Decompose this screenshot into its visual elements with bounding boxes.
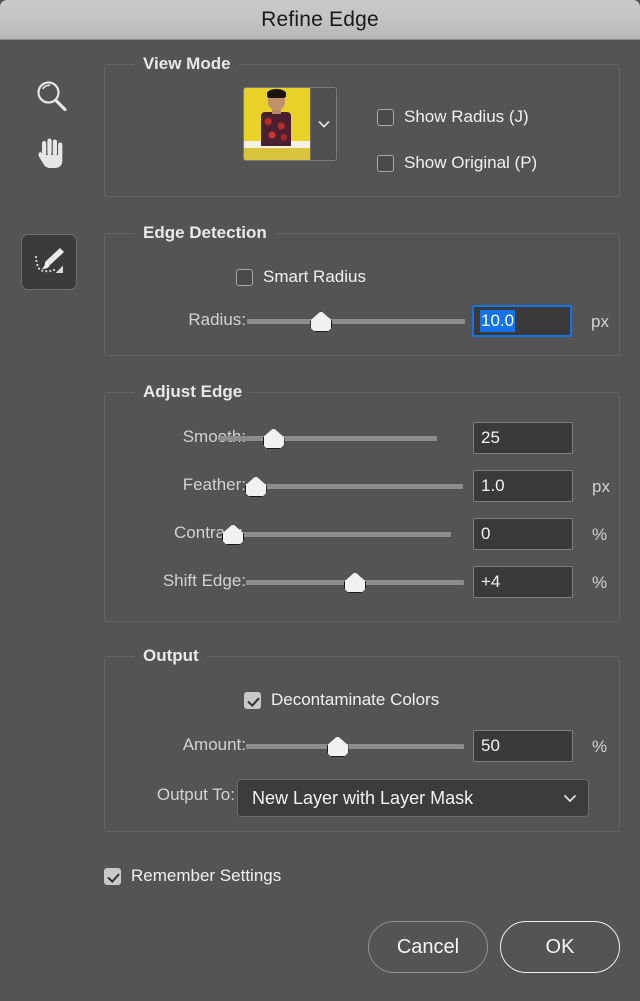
amount-unit: % (592, 737, 608, 756)
remember-settings-checkbox[interactable] (104, 867, 121, 885)
smooth-slider[interactable] (219, 427, 437, 449)
smart-radius-label: Smart Radius (263, 267, 366, 286)
thumbnail-subject-hair (267, 89, 286, 98)
hand-tool[interactable] (28, 129, 76, 177)
chevron-down-icon (318, 121, 329, 128)
feather-input-value: 1.0 (481, 476, 505, 495)
output-to-label-wrap: Output To: (105, 785, 235, 805)
window-title: Refine Edge (261, 7, 379, 31)
remember-settings-label: Remember Settings (131, 866, 282, 885)
output-to-dropdown[interactable]: New Layer with Layer Mask (237, 779, 589, 817)
refine-edge-brush-icon (34, 248, 64, 273)
radius-label-wrap: Radius: (105, 310, 246, 330)
amount-label: Amount: (182, 735, 246, 754)
output-to-selected-value: New Layer with Layer Mask (252, 787, 474, 808)
feather-slider-knob[interactable] (244, 476, 267, 497)
tool-rail (0, 41, 98, 1001)
remember-settings-row[interactable]: Remember Settings (104, 866, 281, 886)
magnifier-icon (37, 81, 67, 112)
decontaminate-colors-row[interactable]: Decontaminate Colors (244, 690, 439, 710)
shift-edge-label-wrap: Shift Edge: (105, 571, 246, 591)
chevron-down-icon (564, 795, 576, 802)
amount-label-wrap: Amount: (105, 735, 246, 755)
feather-slider-track (245, 484, 463, 489)
radius-slider[interactable] (247, 310, 465, 332)
shift-edge-unit: % (592, 573, 608, 592)
zoom-tool[interactable] (28, 73, 76, 121)
shift-edge-input-value: +4 (481, 572, 501, 591)
thumbnail-subject-torso (261, 112, 291, 146)
feather-label-wrap: Feather: (105, 475, 246, 495)
radius-slider-knob[interactable] (310, 311, 333, 332)
decontaminate-colors-label: Decontaminate Colors (271, 690, 440, 709)
refine-edge-brush-tool[interactable] (21, 234, 77, 290)
show-radius-row[interactable]: Show Radius (J) (377, 107, 529, 127)
contrast-slider[interactable] (222, 523, 451, 545)
contrast-input[interactable]: 0 (473, 518, 573, 550)
output-to-label: Output To: (156, 785, 235, 804)
show-radius-label: Show Radius (J) (404, 107, 529, 126)
view-mode-legend: View Mode (135, 54, 239, 74)
radius-label: Radius: (188, 310, 246, 329)
titlebar: Refine Edge (0, 0, 640, 40)
shift-edge-slider-knob[interactable] (344, 572, 366, 593)
hand-icon (38, 138, 63, 168)
contrast-input-value: 0 (481, 524, 491, 543)
radius-slider-track (247, 319, 465, 324)
feather-label: Feather: (182, 475, 246, 494)
edge-detection-group: Edge Detection Smart Radius Radius: 10.0… (104, 223, 620, 356)
cancel-button[interactable]: Cancel (368, 921, 488, 973)
radius-input[interactable]: 10.0 (472, 305, 572, 337)
view-preview-thumbnail[interactable] (244, 88, 310, 160)
ok-button[interactable]: OK (500, 921, 620, 973)
feather-unit: px (592, 477, 610, 496)
smooth-input-value: 25 (481, 428, 500, 447)
refine-edge-dialog: Refine Edge View Mode Show Radius (J) Sh… (0, 0, 640, 1001)
output-group: Output Decontaminate Colors Amount: 50 %… (104, 646, 620, 832)
shift-edge-label: Shift Edge: (162, 571, 246, 590)
amount-slider-track (246, 744, 464, 749)
feather-slider[interactable] (244, 475, 463, 497)
smooth-input[interactable]: 25 (473, 422, 573, 454)
decontaminate-colors-checkbox[interactable] (244, 691, 261, 709)
edge-detection-legend: Edge Detection (135, 223, 275, 243)
adjust-edge-legend: Adjust Edge (135, 382, 251, 402)
contrast-slider-track (233, 532, 451, 537)
smart-radius-row[interactable]: Smart Radius (236, 267, 366, 287)
show-original-row[interactable]: Show Original (P) (377, 153, 537, 173)
smooth-slider-knob[interactable] (262, 428, 285, 449)
amount-slider[interactable] (246, 735, 464, 757)
cancel-button-label: Cancel (396, 935, 460, 958)
smooth-slider-track (219, 436, 437, 441)
feather-input[interactable]: 1.0 (473, 470, 573, 502)
view-preview-dropdown[interactable] (243, 87, 337, 161)
shift-edge-slider[interactable] (246, 571, 464, 593)
amount-slider-knob[interactable] (326, 736, 349, 757)
contrast-unit: % (592, 525, 608, 544)
adjust-edge-group: Adjust Edge Smooth: 25 Feather: 1.0 px C… (104, 382, 620, 622)
radius-unit: px (591, 312, 609, 331)
shift-edge-input[interactable]: +4 (473, 566, 573, 598)
output-legend: Output (135, 646, 207, 666)
view-dropdown-arrow[interactable] (310, 88, 336, 160)
thumbnail-floor (244, 148, 310, 160)
radius-input-value: 10.0 (480, 310, 516, 332)
view-mode-group: View Mode View: Show Radius (J) (104, 54, 620, 197)
show-radius-checkbox[interactable] (377, 108, 394, 126)
show-original-label: Show Original (P) (404, 153, 538, 172)
ok-button-label: OK (545, 935, 575, 958)
smart-radius-checkbox[interactable] (236, 268, 253, 286)
amount-input[interactable]: 50 (473, 730, 573, 762)
amount-input-value: 50 (481, 736, 500, 755)
show-original-checkbox[interactable] (377, 154, 394, 172)
